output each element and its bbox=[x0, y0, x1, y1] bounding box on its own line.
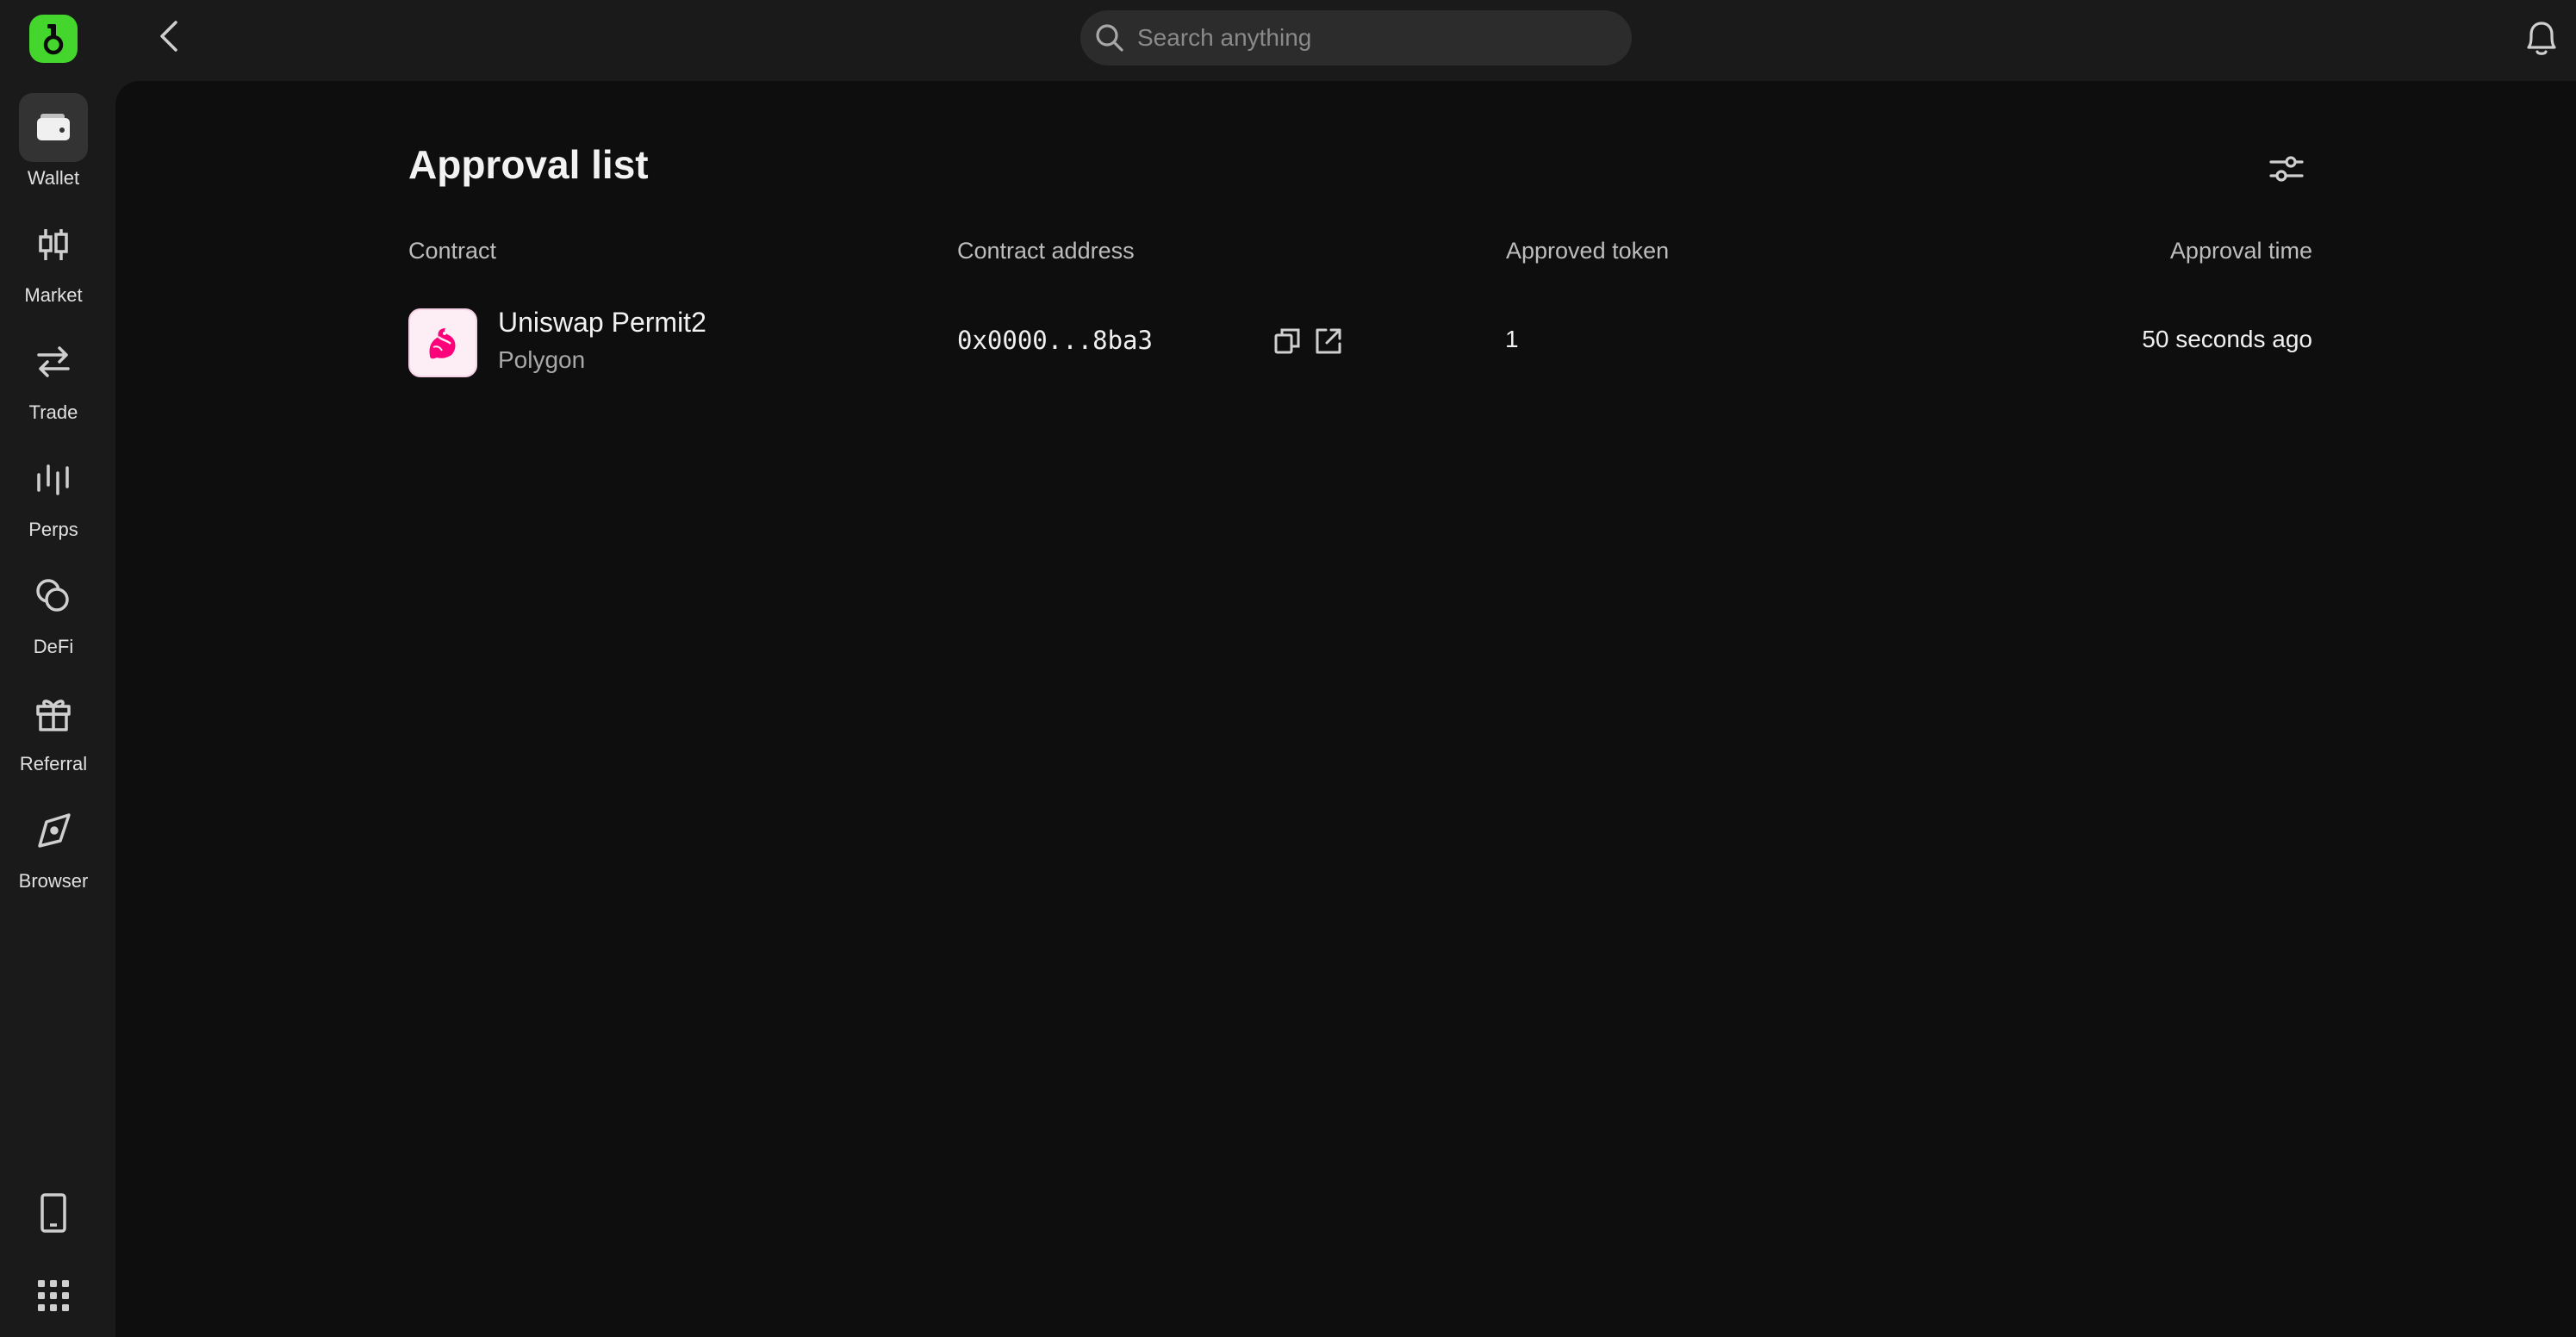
brand-logo[interactable] bbox=[29, 15, 78, 63]
page-title: Approval list bbox=[408, 142, 649, 187]
sidebar-item-market[interactable]: Market bbox=[0, 210, 107, 314]
sidebar-item-browser[interactable]: Browser bbox=[0, 796, 107, 899]
compass-icon bbox=[19, 796, 88, 865]
column-header-contract-address[interactable]: Contract address bbox=[957, 238, 1135, 264]
uniswap-logo-icon bbox=[408, 308, 477, 377]
onekey-logo-icon bbox=[43, 24, 64, 55]
sidebar-item-label: Market bbox=[24, 284, 83, 306]
filter-button[interactable] bbox=[2261, 143, 2312, 195]
back-button[interactable] bbox=[146, 14, 191, 59]
mobile-device-icon[interactable] bbox=[26, 1185, 81, 1241]
bars-icon bbox=[19, 445, 88, 513]
candlestick-icon bbox=[19, 210, 88, 279]
sliders-icon bbox=[2269, 156, 2304, 182]
circles-icon bbox=[19, 562, 88, 631]
chevron-left-icon bbox=[160, 21, 177, 52]
sidebar-item-trade[interactable]: Trade bbox=[0, 327, 107, 431]
column-header-approved-token[interactable]: Approved token bbox=[1506, 238, 1669, 264]
sidebar-item-label: Browser bbox=[18, 870, 89, 892]
sidebar-item-defi[interactable]: DeFi bbox=[0, 562, 107, 665]
sidebar: Wallet Market Trade Perps DeFi Referral … bbox=[0, 0, 115, 1337]
external-link-icon[interactable] bbox=[1311, 324, 1346, 358]
sidebar-item-label: Referral bbox=[19, 753, 88, 774]
main-panel: Approval list Contract Contract address … bbox=[115, 81, 2576, 1337]
contract-name: Uniswap Permit2 bbox=[498, 307, 706, 338]
sidebar-item-label: Wallet bbox=[27, 167, 80, 189]
gift-icon bbox=[19, 679, 88, 748]
column-header-approval-time[interactable]: Approval time bbox=[2150, 238, 2312, 264]
app-window: Wallet Market Trade Perps DeFi Referral … bbox=[0, 0, 2576, 1337]
table-row[interactable]: Uniswap Permit2 Polygon 0x0000...8ba3 1 … bbox=[408, 305, 2312, 382]
approval-time: 50 seconds ago bbox=[2142, 326, 2312, 352]
copy-icon[interactable] bbox=[1270, 324, 1304, 358]
sidebar-item-label: Trade bbox=[28, 401, 78, 423]
sidebar-item-label: DeFi bbox=[33, 636, 74, 657]
search-input[interactable] bbox=[1137, 24, 1602, 52]
column-header-contract[interactable]: Contract bbox=[408, 238, 496, 264]
notifications-button[interactable] bbox=[2517, 14, 2566, 62]
sidebar-item-perps[interactable]: Perps bbox=[0, 445, 107, 548]
sidebar-item-wallet[interactable]: Wallet bbox=[0, 93, 107, 196]
wallet-icon bbox=[19, 93, 88, 162]
bell-icon bbox=[2527, 22, 2556, 55]
search-bar[interactable] bbox=[1080, 10, 1632, 65]
approved-token-count: 1 bbox=[1505, 326, 1519, 352]
swap-arrows-icon bbox=[19, 327, 88, 396]
contract-chain: Polygon bbox=[498, 346, 586, 373]
apps-grid-icon[interactable] bbox=[26, 1268, 81, 1323]
sidebar-item-label: Perps bbox=[28, 519, 78, 540]
search-icon bbox=[1096, 24, 1123, 52]
sidebar-item-referral[interactable]: Referral bbox=[0, 679, 107, 782]
contract-address: 0x0000...8ba3 bbox=[957, 326, 1153, 355]
